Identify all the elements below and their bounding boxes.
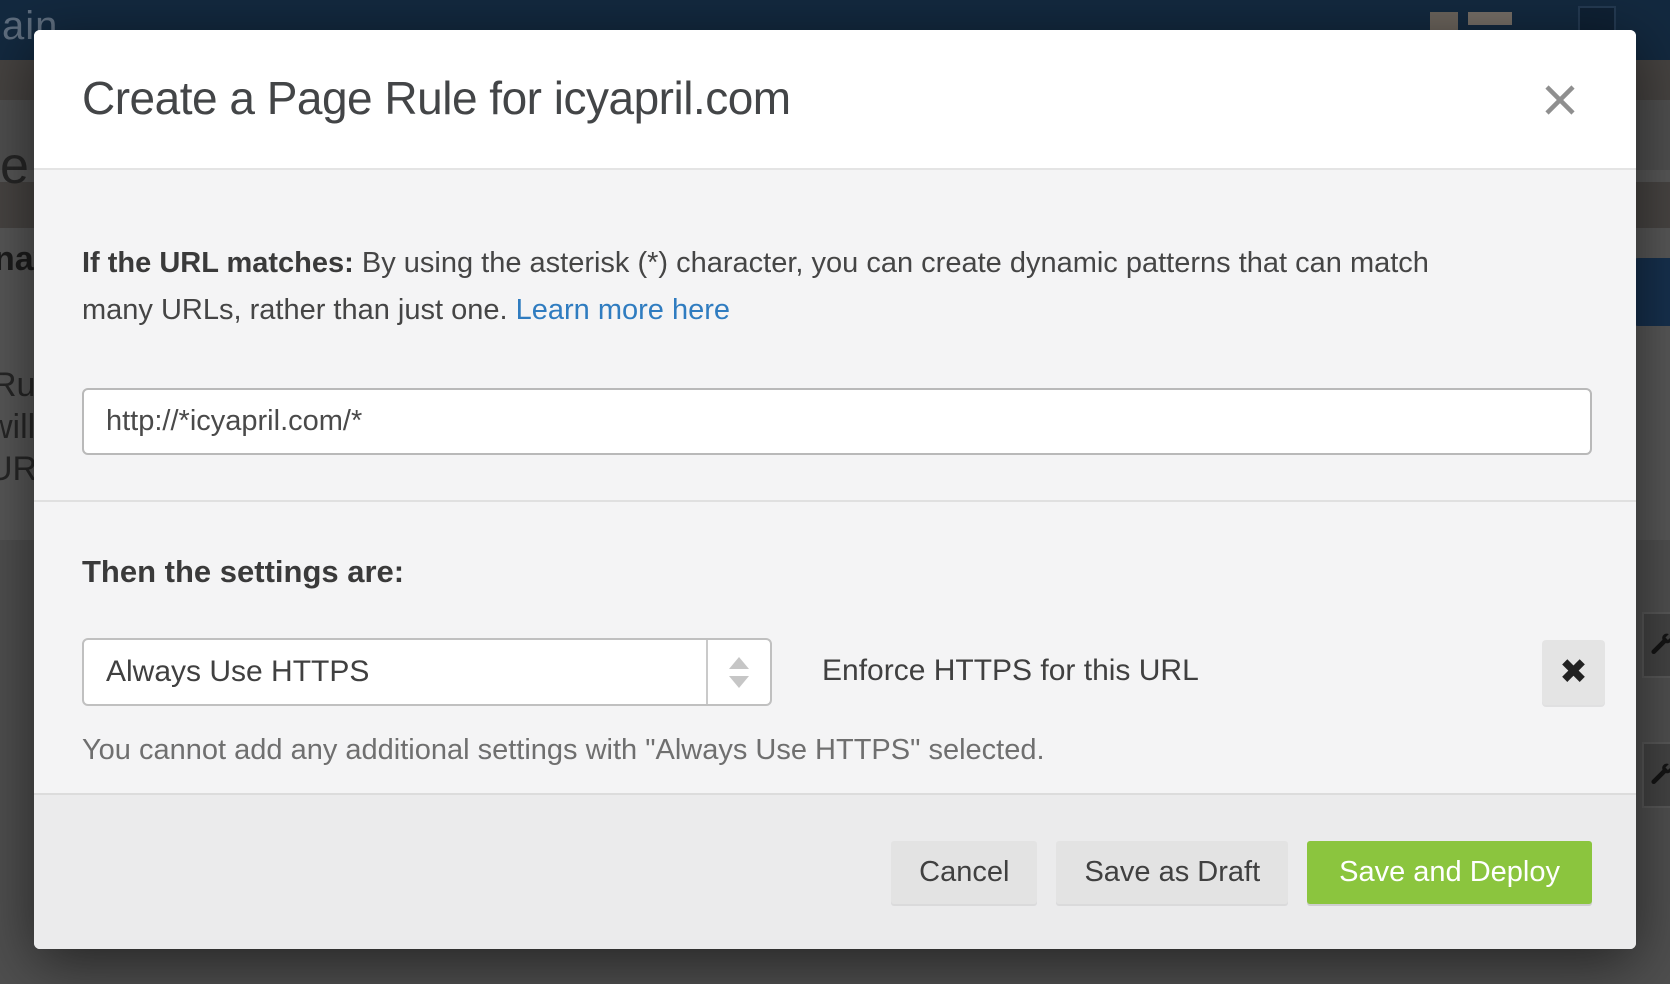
settings-heading: Then the settings are: (82, 554, 404, 590)
url-match-label: If the URL matches: (82, 247, 354, 279)
save-as-draft-button[interactable]: Save as Draft (1056, 841, 1288, 904)
setting-select-value: Always Use HTTPS (106, 640, 369, 704)
create-page-rule-modal: Create a Page Rule for icyapril.com If t… (34, 30, 1636, 949)
settings-note: You cannot add any additional settings w… (82, 734, 1045, 767)
wrench-icon (1642, 612, 1670, 678)
background-button-fragment (1634, 258, 1670, 326)
background-text-fragment: UR (0, 450, 37, 489)
setting-select[interactable]: Always Use HTTPS (82, 638, 772, 706)
modal-footer: Cancel Save as Draft Save and Deploy (34, 793, 1636, 949)
save-and-deploy-button[interactable]: Save and Deploy (1307, 841, 1592, 904)
select-spinner-icon (706, 640, 770, 704)
modal-title: Create a Page Rule for icyapril.com (82, 30, 791, 166)
wrench-icon (1642, 742, 1670, 808)
url-match-text-line1: By using the asterisk (*) character, you… (354, 247, 1429, 279)
learn-more-link[interactable]: Learn more here (516, 294, 730, 326)
cancel-button[interactable]: Cancel (891, 841, 1037, 904)
setting-description: Enforce HTTPS for this URL (822, 638, 1199, 704)
modal-header: Create a Page Rule for icyapril.com (34, 30, 1636, 170)
background-text-fragment: Ru (0, 366, 35, 405)
url-pattern-input[interactable] (82, 388, 1592, 455)
heavy-x-icon: ✖ (1559, 652, 1588, 692)
section-divider (34, 500, 1636, 502)
url-match-text-line2: many URLs, rather than just one. (82, 294, 516, 326)
background-text-fragment: will (0, 408, 35, 447)
url-match-description: If the URL matches: By using the asteris… (82, 240, 1429, 334)
screen: ain. e nav Ru will UR Create a Page (0, 0, 1670, 984)
remove-setting-button[interactable]: ✖ (1542, 640, 1605, 705)
background-text-fragment: e (0, 136, 29, 196)
close-icon[interactable] (1540, 80, 1580, 120)
